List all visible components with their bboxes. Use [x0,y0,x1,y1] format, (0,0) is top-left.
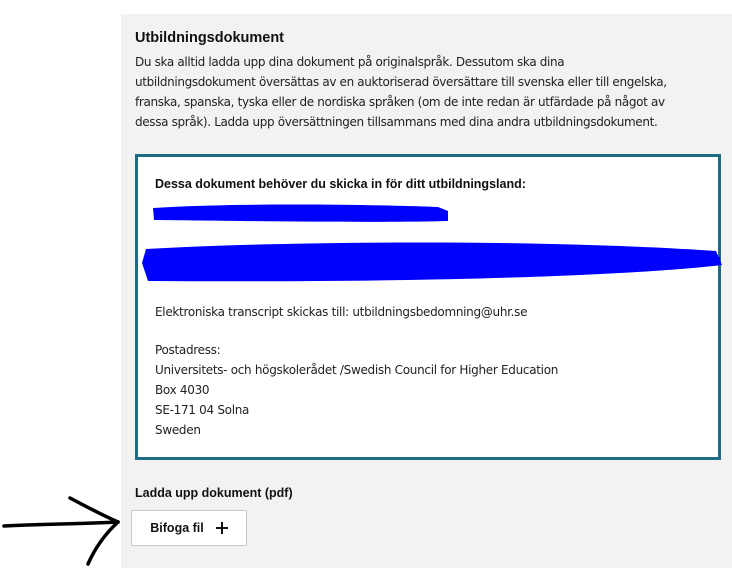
intro-line: Du ska alltid ladda upp dina dokument på… [135,55,565,69]
hand-drawn-arrow-icon [2,496,120,566]
address-line: SE-171 04 Solna [155,403,250,417]
intro-line: franska, spanska, tyska eller de nordisk… [135,95,665,109]
upload-documents-label: Ladda upp dokument (pdf) [135,486,293,500]
intro-text: Du ska alltid ladda upp dina dokument på… [135,52,727,132]
education-documents-panel: Utbildningsdokument Du ska alltid ladda … [121,14,732,568]
plus-icon [215,522,228,534]
attach-file-label: Bifoga fil [150,521,204,535]
attach-file-button[interactable]: Bifoga fil [131,510,247,546]
redaction-scribble [142,204,722,282]
intro-line: utbildningsdokument översättas av en auk… [135,75,667,89]
required-documents-box: Dessa dokument behöver du skicka in för … [135,154,722,460]
intro-line: dessa språk). Ladda upp översättningen t… [135,115,658,129]
postal-address-label: Postadress: [155,343,221,357]
address-line: Universitets- och högskolerådet /Swedish… [155,363,559,377]
section-title: Utbildningsdokument [135,30,285,46]
address-line: Sweden [155,423,201,437]
address-line: Box 4030 [155,383,210,397]
transcript-email-line: Elektroniska transcript skickas till: ut… [155,305,528,319]
